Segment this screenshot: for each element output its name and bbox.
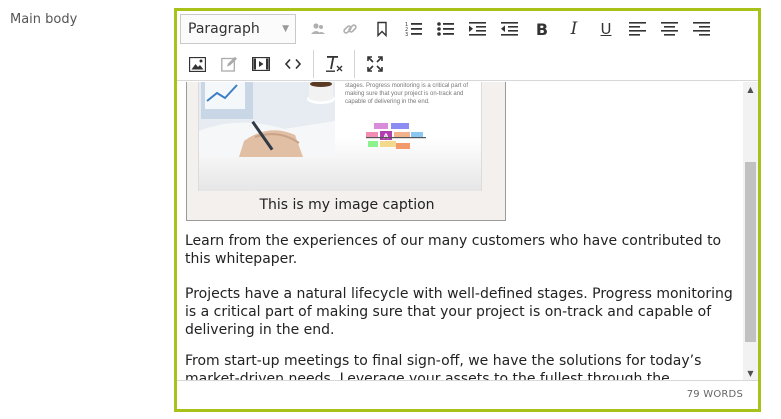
figure-caption[interactable]: This is my image caption	[187, 197, 507, 213]
clear-formatting-icon	[326, 55, 343, 72]
insert-image-button[interactable]	[181, 49, 213, 79]
figure-image-text: stages. Progress monitoring is a critica…	[345, 83, 469, 105]
insert-video-icon	[252, 57, 270, 71]
figure-image[interactable]: stages. Progress monitoring is a critica…	[198, 82, 482, 191]
paragraph[interactable]: Projects have a natural lifecycle with w…	[185, 285, 733, 339]
numbered-list-button[interactable]: 123	[398, 14, 430, 44]
paragraph[interactable]: From start-up meetings to final sign-off…	[185, 352, 733, 380]
italic-icon: I	[570, 19, 578, 39]
align-left-button[interactable]	[622, 14, 654, 44]
indent-button[interactable]	[462, 14, 494, 44]
outdent-button[interactable]	[494, 14, 526, 44]
svg-text:3: 3	[405, 32, 408, 37]
anchor-person-icon	[311, 23, 325, 34]
editor-content-area[interactable]: stages. Progress monitoring is a critica…	[177, 82, 743, 380]
scroll-up-arrow-icon[interactable]: ▲	[743, 82, 758, 96]
fullscreen-button[interactable]	[359, 49, 391, 79]
toolbar-separator	[313, 50, 314, 78]
image-figure[interactable]: stages. Progress monitoring is a critica…	[186, 82, 506, 221]
underline-button[interactable]: U	[590, 14, 622, 44]
toolbar-separator	[354, 50, 355, 78]
align-right-button[interactable]	[686, 14, 718, 44]
insert-image-icon	[188, 56, 206, 72]
edit-button[interactable]	[213, 49, 245, 79]
italic-button[interactable]: I	[558, 14, 590, 44]
bookmark-icon	[377, 21, 387, 37]
link-icon	[343, 24, 357, 34]
insert-video-button[interactable]	[245, 49, 277, 79]
scrollbar-thumb[interactable]	[745, 162, 756, 342]
bold-button[interactable]: B	[526, 14, 558, 44]
figure-photo	[199, 82, 335, 157]
bold-icon: B	[535, 19, 549, 39]
source-code-button[interactable]	[277, 49, 309, 79]
source-code-icon	[285, 58, 301, 70]
indent-icon	[469, 22, 486, 36]
anchor-button[interactable]	[302, 14, 334, 44]
align-right-icon	[693, 22, 710, 36]
editor-toolbar: Paragraph ▼ 123 B I U	[177, 11, 758, 81]
toolbar-row-2	[177, 47, 391, 81]
align-center-icon	[661, 22, 678, 36]
chevron-down-icon: ▼	[282, 24, 289, 34]
bookmark-button[interactable]	[366, 14, 398, 44]
figure-graphic: A	[366, 123, 430, 155]
bullet-list-icon	[437, 22, 454, 36]
clear-formatting-button[interactable]	[318, 49, 350, 79]
svg-text:A: A	[383, 133, 389, 141]
fullscreen-icon	[367, 56, 383, 72]
align-center-button[interactable]	[654, 14, 686, 44]
word-count: 79 WORDS	[686, 389, 743, 400]
bullet-list-button[interactable]	[430, 14, 462, 44]
align-left-icon	[629, 22, 646, 36]
rich-text-editor[interactable]: Paragraph ▼ 123 B I U stages. Progress m…	[174, 8, 761, 412]
format-select[interactable]: Paragraph ▼	[180, 14, 296, 44]
link-button[interactable]	[334, 14, 366, 44]
content-scrollbar[interactable]: ▲ ▼	[743, 82, 758, 380]
paragraph[interactable]: Learn from the experiences of our many c…	[185, 232, 733, 268]
underline-icon: U	[600, 20, 612, 38]
editor-statusbar: 79 WORDS	[177, 380, 758, 409]
numbered-list-icon: 123	[405, 22, 422, 37]
outdent-icon	[501, 22, 518, 36]
scroll-down-arrow-icon[interactable]: ▼	[743, 366, 758, 380]
toolbar-row-1: Paragraph ▼ 123 B I U	[177, 12, 718, 46]
edit-icon	[220, 56, 237, 72]
field-label: Main body	[10, 12, 78, 27]
format-select-value: Paragraph	[188, 21, 260, 37]
